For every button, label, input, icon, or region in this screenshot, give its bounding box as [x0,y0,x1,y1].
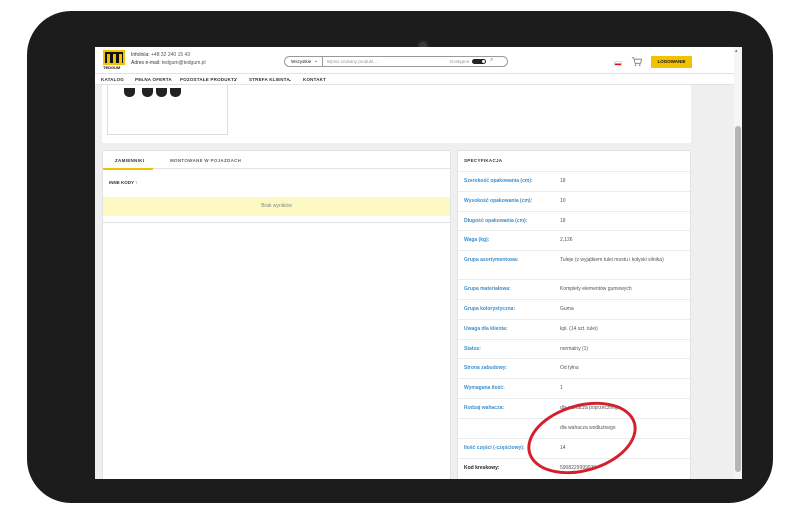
spec-row: Wymagana ilość: 1 [458,378,690,398]
login-button[interactable]: LOGOWANIE [651,56,692,68]
spec-row: dla wahacza wzdłużnego [458,418,690,438]
spec-value: 5908229999939 [560,465,597,471]
spec-value: 14 [560,445,566,451]
infoline-value[interactable]: +48 32 240 15 43 [151,52,190,58]
contact-info: Infolinia: +48 32 240 15 43 Adres e-mail… [131,51,206,67]
spec-value: Komplety elementów gumowych [560,286,632,292]
spec-row: Strona zabudowy: Od tyłna [458,358,690,378]
page-scrollbar[interactable]: ▴ [734,47,742,479]
nav-item-pozostale[interactable]: POZOSTAŁE PRODUKTY [180,77,237,82]
scroll-up-icon[interactable]: ▴ [735,48,738,54]
other-codes-label[interactable]: INNE KODY ↑ [109,180,137,185]
polish-flag-icon[interactable] [614,61,622,66]
spec-row: Kod kreskowy: 5908229999939 [458,458,690,478]
main-nav: KATALOG PEŁNA OFERTA POZOSTAŁE PRODUKTY … [95,73,742,85]
spec-row: Grupa materiałowa: Komplety elementów gu… [458,279,690,299]
specification-panel: SPECYFIKACJA Szerokość opakowania (cm): … [457,150,691,479]
tab-mounted-in-vehicles[interactable]: MONTOWANE W POJAZDACH [170,158,241,163]
spec-key: Szerokość opakowania (cm): [464,178,533,184]
spec-row: Długość opakowania (cm): 18 [458,211,690,230]
spec-key: Kod kreskowy: [464,465,500,471]
replacements-panel: ZAMIENNIKI MONTOWANE W POJAZDACH INNE KO… [102,150,451,479]
spec-value: normalny (1) [560,346,589,352]
cart-icon[interactable] [631,56,642,67]
logo-text: TEDGUM [103,65,121,70]
spec-value: dla wahacza wzdłużnego [560,425,616,431]
spec-value: 18 [560,218,566,224]
no-results-message: Brak wyników [103,197,450,216]
spec-key: Rodzaj wahacza: [464,405,505,411]
spec-key: Długość opakowania (cm): [464,218,528,224]
spec-value: Od tyłna [560,365,579,371]
search-input[interactable]: Wpisz szukany produkt... [327,59,377,64]
logo-mark-icon [103,50,125,65]
nav-item-kontakt[interactable]: KONTAKT [303,77,326,82]
spec-value: Guma [560,306,574,312]
spec-key: Grupa kolorystyczna: [464,306,516,312]
spec-value: Tuleje (z wyjątkiem tulei mostu i kołysk… [560,257,664,263]
spec-row: Status: normalny (1) [458,339,690,358]
nav-chevron-icon: ⌄ [233,77,237,82]
spec-value: 1 [560,385,563,391]
infoline-label: Infolinia: [131,52,150,58]
spec-row: Grupa asortymentowa: Tuleje (z wyjątkiem… [458,250,690,279]
scrollbar-thumb[interactable] [735,126,741,472]
spec-row: Grupa kolorystyczna: Guma [458,299,690,319]
nav-item-strefa[interactable]: STREFA KLIENTA [249,77,290,82]
tedgum-logo[interactable]: TEDGUM [103,50,125,70]
spec-value: 2,126 [560,237,573,243]
spec-value: kpl. (14 szt. tulei) [560,326,598,332]
chevron-down-icon: ⌄ [313,58,318,64]
spec-key: Grupa materiałowa: [464,286,511,292]
tab-bar: ZAMIENNIKI MONTOWANE W POJAZDACH [103,151,450,170]
nav-item-pelna-oferta[interactable]: PEŁNA OFERTA [135,77,172,82]
search-bar: Wszystkie ⌄ Wpisz szukany produkt... Dos… [284,56,508,67]
spec-key: Status: [464,346,481,352]
spec-row: Ilość części (-częściowy): 14 [458,438,690,458]
spec-row: Szerokość opakowania (cm): 18 [458,171,690,191]
divider [103,222,450,223]
nav-chevron-icon: ⌄ [288,77,292,82]
site-header: TEDGUM Infolinia: +48 32 240 15 43 Adres… [95,47,742,73]
search-scope-select[interactable]: Wszystkie ⌄ [285,57,323,66]
available-toggle[interactable] [472,59,486,64]
spec-value: dla wahacza poprzecznego [560,405,621,411]
email-label: Adres e-mail: [131,60,161,66]
spec-key: Waga (kg): [464,237,490,243]
nav-item-katalog[interactable]: KATALOG [101,77,124,82]
spec-row: Rodzaj wahacza: dla wahacza poprzecznego [458,398,690,418]
spec-key: Strona zabudowy: [464,365,508,371]
spec-key: Grupa asortymentowa: [464,257,519,263]
search-icon[interactable]: ⌕ [490,57,493,64]
spec-row: Uwaga dla klienta: kpl. (14 szt. tulei) [458,319,690,339]
email-value[interactable]: tedgum@tedgum.pl [162,60,206,66]
product-image[interactable] [107,85,228,135]
search-scope-value: Wszystkie [291,59,312,64]
spec-value: 10 [560,198,566,204]
spec-row: Wysokość opakowania (cm): 10 [458,191,690,211]
spec-key: Uwaga dla klienta: [464,326,508,332]
spec-key: Wysokość opakowania (cm): [464,198,533,204]
browser-screen: TEDGUM Infolinia: +48 32 240 15 43 Adres… [95,47,742,479]
spec-title: SPECYFIKACJA [464,158,503,163]
spec-value: 18 [560,178,566,184]
available-label: Dostępne [450,59,470,64]
active-tab-indicator [103,168,153,170]
tab-replacements[interactable]: ZAMIENNIKI [115,158,144,163]
spec-row: Waga (kg): 2,126 [458,230,690,250]
spec-key: Ilość części (-częściowy): [464,445,525,451]
spec-key: Wymagana ilość: [464,385,505,391]
